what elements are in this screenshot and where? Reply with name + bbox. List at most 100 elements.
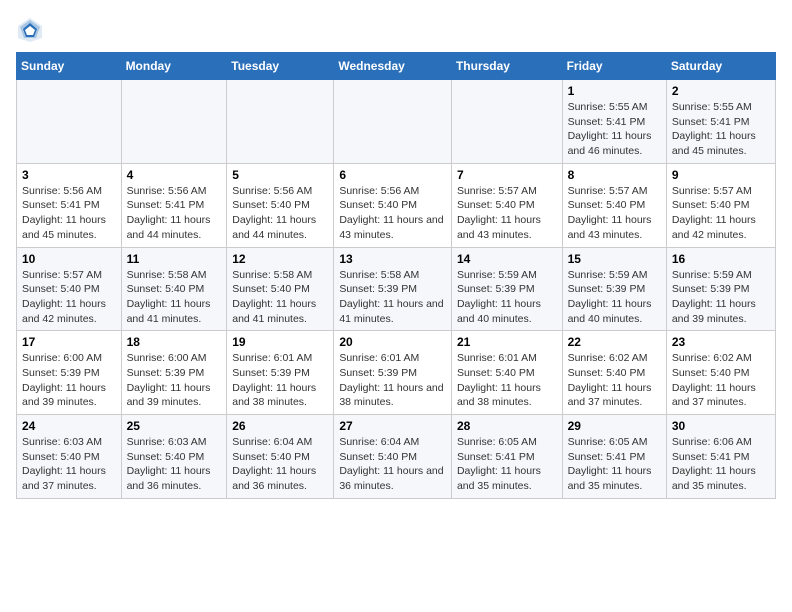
col-header-tuesday: Tuesday xyxy=(227,53,334,80)
col-header-friday: Friday xyxy=(562,53,666,80)
calendar-table: SundayMondayTuesdayWednesdayThursdayFrid… xyxy=(16,52,776,499)
calendar-cell: 17 Sunrise: 6:00 AM Sunset: 5:39 PM Dayli… xyxy=(17,331,122,415)
day-number: 16 xyxy=(672,252,770,266)
calendar-cell: 22 Sunrise: 6:02 AM Sunset: 5:40 PM Dayli… xyxy=(562,331,666,415)
calendar-cell xyxy=(17,80,122,164)
logo xyxy=(16,16,48,44)
calendar-cell xyxy=(334,80,452,164)
day-detail: Sunrise: 5:57 AM Sunset: 5:40 PM Dayligh… xyxy=(672,184,770,243)
day-detail: Sunrise: 6:04 AM Sunset: 5:40 PM Dayligh… xyxy=(232,435,328,494)
day-detail: Sunrise: 6:06 AM Sunset: 5:41 PM Dayligh… xyxy=(672,435,770,494)
day-number: 29 xyxy=(568,419,661,433)
calendar-cell: 18 Sunrise: 6:00 AM Sunset: 5:39 PM Dayli… xyxy=(121,331,227,415)
day-number: 24 xyxy=(22,419,116,433)
day-detail: Sunrise: 6:04 AM Sunset: 5:40 PM Dayligh… xyxy=(339,435,446,494)
day-number: 13 xyxy=(339,252,446,266)
day-detail: Sunrise: 6:05 AM Sunset: 5:41 PM Dayligh… xyxy=(568,435,661,494)
day-number: 14 xyxy=(457,252,557,266)
day-detail: Sunrise: 6:03 AM Sunset: 5:40 PM Dayligh… xyxy=(22,435,116,494)
day-detail: Sunrise: 6:02 AM Sunset: 5:40 PM Dayligh… xyxy=(672,351,770,410)
calendar-cell: 3 Sunrise: 5:56 AM Sunset: 5:41 PM Daylig… xyxy=(17,163,122,247)
calendar-week: 24 Sunrise: 6:03 AM Sunset: 5:40 PM Dayli… xyxy=(17,415,776,499)
day-detail: Sunrise: 5:59 AM Sunset: 5:39 PM Dayligh… xyxy=(568,268,661,327)
calendar-cell: 21Sunrise: 6:01 AM Sunset: 5:40 PM Dayli… xyxy=(451,331,562,415)
calendar-cell: 13 Sunrise: 5:58 AM Sunset: 5:39 PM Dayli… xyxy=(334,247,452,331)
day-detail: Sunrise: 5:56 AM Sunset: 5:41 PM Dayligh… xyxy=(22,184,116,243)
day-detail: Sunrise: 6:01 AM Sunset: 5:39 PM Dayligh… xyxy=(232,351,328,410)
day-detail: Sunrise: 5:58 AM Sunset: 5:39 PM Dayligh… xyxy=(339,268,446,327)
day-number: 4 xyxy=(127,168,222,182)
day-number: 22 xyxy=(568,335,661,349)
calendar-cell: 14 Sunrise: 5:59 AM Sunset: 5:39 PM Dayli… xyxy=(451,247,562,331)
calendar-week: 3 Sunrise: 5:56 AM Sunset: 5:41 PM Daylig… xyxy=(17,163,776,247)
calendar-cell: 20 Sunrise: 6:01 AM Sunset: 5:39 PM Dayli… xyxy=(334,331,452,415)
col-header-sunday: Sunday xyxy=(17,53,122,80)
day-number: 10 xyxy=(22,252,116,266)
calendar-cell: 10Sunrise: 5:57 AM Sunset: 5:40 PM Dayli… xyxy=(17,247,122,331)
calendar-cell: 26 Sunrise: 6:04 AM Sunset: 5:40 PM Dayli… xyxy=(227,415,334,499)
day-number: 26 xyxy=(232,419,328,433)
day-number: 18 xyxy=(127,335,222,349)
day-detail: Sunrise: 6:03 AM Sunset: 5:40 PM Dayligh… xyxy=(127,435,222,494)
calendar-cell: 16 Sunrise: 5:59 AM Sunset: 5:39 PM Dayli… xyxy=(666,247,775,331)
page-header xyxy=(16,16,776,44)
calendar-cell: 29 Sunrise: 6:05 AM Sunset: 5:41 PM Dayli… xyxy=(562,415,666,499)
calendar-cell: 5Sunrise: 5:56 AM Sunset: 5:40 PM Daylig… xyxy=(227,163,334,247)
calendar-cell xyxy=(451,80,562,164)
calendar-cell: 6Sunrise: 5:56 AM Sunset: 5:40 PM Daylig… xyxy=(334,163,452,247)
day-number: 9 xyxy=(672,168,770,182)
day-number: 23 xyxy=(672,335,770,349)
calendar-week: 1 Sunrise: 5:55 AM Sunset: 5:41 PM Daylig… xyxy=(17,80,776,164)
col-header-thursday: Thursday xyxy=(451,53,562,80)
day-detail: Sunrise: 5:56 AM Sunset: 5:41 PM Dayligh… xyxy=(127,184,222,243)
day-number: 8 xyxy=(568,168,661,182)
calendar-cell: 7Sunrise: 5:57 AM Sunset: 5:40 PM Daylig… xyxy=(451,163,562,247)
calendar-cell: 15 Sunrise: 5:59 AM Sunset: 5:39 PM Dayli… xyxy=(562,247,666,331)
col-header-monday: Monday xyxy=(121,53,227,80)
calendar-cell: 4 Sunrise: 5:56 AM Sunset: 5:41 PM Daylig… xyxy=(121,163,227,247)
day-number: 11 xyxy=(127,252,222,266)
day-number: 6 xyxy=(339,168,446,182)
day-detail: Sunrise: 6:01 AM Sunset: 5:39 PM Dayligh… xyxy=(339,351,446,410)
calendar-header: SundayMondayTuesdayWednesdayThursdayFrid… xyxy=(17,53,776,80)
calendar-week: 17 Sunrise: 6:00 AM Sunset: 5:39 PM Dayli… xyxy=(17,331,776,415)
day-detail: Sunrise: 5:58 AM Sunset: 5:40 PM Dayligh… xyxy=(127,268,222,327)
day-detail: Sunrise: 5:59 AM Sunset: 5:39 PM Dayligh… xyxy=(672,268,770,327)
day-number: 17 xyxy=(22,335,116,349)
calendar-cell: 23 Sunrise: 6:02 AM Sunset: 5:40 PM Dayli… xyxy=(666,331,775,415)
day-number: 2 xyxy=(672,84,770,98)
calendar-cell: 24 Sunrise: 6:03 AM Sunset: 5:40 PM Dayli… xyxy=(17,415,122,499)
day-detail: Sunrise: 5:57 AM Sunset: 5:40 PM Dayligh… xyxy=(568,184,661,243)
day-number: 15 xyxy=(568,252,661,266)
day-number: 12 xyxy=(232,252,328,266)
day-detail: Sunrise: 6:05 AM Sunset: 5:41 PM Dayligh… xyxy=(457,435,557,494)
day-number: 3 xyxy=(22,168,116,182)
col-header-saturday: Saturday xyxy=(666,53,775,80)
col-header-wednesday: Wednesday xyxy=(334,53,452,80)
calendar-week: 10Sunrise: 5:57 AM Sunset: 5:40 PM Dayli… xyxy=(17,247,776,331)
day-number: 7 xyxy=(457,168,557,182)
calendar-cell: 1 Sunrise: 5:55 AM Sunset: 5:41 PM Daylig… xyxy=(562,80,666,164)
day-number: 20 xyxy=(339,335,446,349)
calendar-cell: 12 Sunrise: 5:58 AM Sunset: 5:40 PM Dayli… xyxy=(227,247,334,331)
day-detail: Sunrise: 6:00 AM Sunset: 5:39 PM Dayligh… xyxy=(127,351,222,410)
logo-icon xyxy=(16,16,44,44)
day-number: 27 xyxy=(339,419,446,433)
day-detail: Sunrise: 6:00 AM Sunset: 5:39 PM Dayligh… xyxy=(22,351,116,410)
day-number: 30 xyxy=(672,419,770,433)
day-number: 1 xyxy=(568,84,661,98)
day-detail: Sunrise: 5:55 AM Sunset: 5:41 PM Dayligh… xyxy=(568,100,661,159)
day-number: 19 xyxy=(232,335,328,349)
day-detail: Sunrise: 6:02 AM Sunset: 5:40 PM Dayligh… xyxy=(568,351,661,410)
day-detail: Sunrise: 5:56 AM Sunset: 5:40 PM Dayligh… xyxy=(232,184,328,243)
day-detail: Sunrise: 6:01 AM Sunset: 5:40 PM Dayligh… xyxy=(457,351,557,410)
day-detail: Sunrise: 5:55 AM Sunset: 5:41 PM Dayligh… xyxy=(672,100,770,159)
calendar-cell: 27 Sunrise: 6:04 AM Sunset: 5:40 PM Dayli… xyxy=(334,415,452,499)
day-detail: Sunrise: 5:58 AM Sunset: 5:40 PM Dayligh… xyxy=(232,268,328,327)
calendar-cell: 9 Sunrise: 5:57 AM Sunset: 5:40 PM Daylig… xyxy=(666,163,775,247)
calendar-cell xyxy=(227,80,334,164)
day-detail: Sunrise: 5:59 AM Sunset: 5:39 PM Dayligh… xyxy=(457,268,557,327)
calendar-cell: 28 Sunrise: 6:05 AM Sunset: 5:41 PM Dayli… xyxy=(451,415,562,499)
day-number: 28 xyxy=(457,419,557,433)
day-number: 25 xyxy=(127,419,222,433)
